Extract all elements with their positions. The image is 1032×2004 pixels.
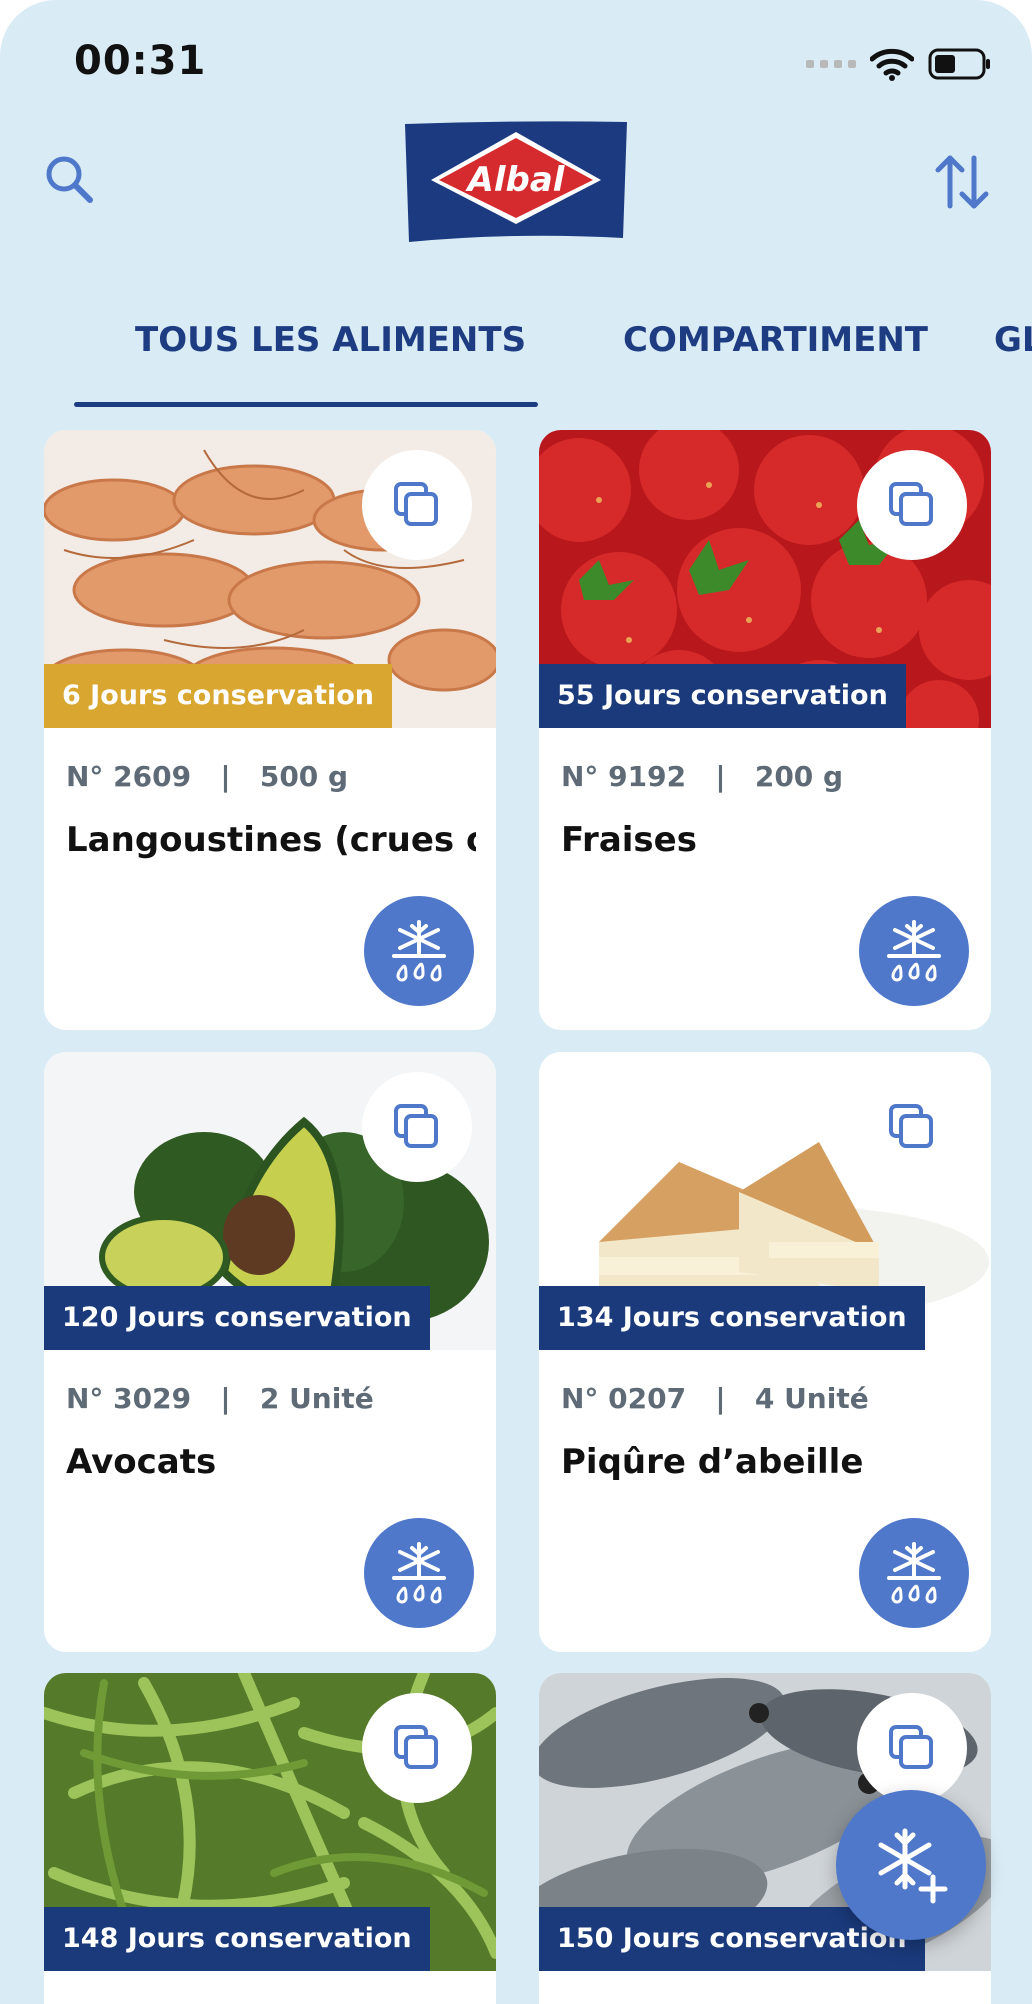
signal-icon: [806, 60, 856, 68]
food-card[interactable]: 134 Jours conservation N° 0207 | 4 Unité…: [539, 1052, 991, 1652]
copy-button[interactable]: [857, 1693, 967, 1803]
item-meta: N° 2609 | 500 g: [66, 760, 349, 793]
item-name: Fraises: [561, 820, 697, 860]
svg-text:Albal: Albal: [465, 160, 566, 200]
app-screen: 00:31 Albal TOUS LES ALIMENTS COMPARTIME…: [0, 0, 1032, 2004]
copy-button[interactable]: [362, 450, 472, 560]
wifi-icon: [870, 48, 914, 81]
battery-icon: [928, 48, 990, 80]
conservation-badge: 120 Jours conservation: [44, 1286, 430, 1350]
freeze-button[interactable]: [859, 896, 969, 1006]
tab-gl[interactable]: GL: [994, 320, 1032, 360]
copy-icon: [394, 482, 438, 526]
albal-logo: Albal: [405, 120, 627, 242]
freeze-button[interactable]: [364, 1518, 474, 1628]
copy-icon: [889, 1725, 933, 1769]
snowflake-thaw-icon: [887, 920, 941, 982]
conservation-badge: 55 Jours conservation: [539, 664, 906, 728]
conservation-badge: 148 Jours conservation: [44, 1907, 430, 1971]
conservation-badge: 134 Jours conservation: [539, 1286, 925, 1350]
copy-icon: [889, 482, 933, 526]
item-meta: N° 0207 | 4 Unité: [561, 1382, 869, 1415]
copy-button[interactable]: [857, 450, 967, 560]
search-button[interactable]: [40, 150, 100, 210]
category-tabs: TOUS LES ALIMENTS COMPARTIMENT GL: [0, 300, 1032, 410]
status-icons: [806, 44, 992, 84]
snowflake-thaw-icon: [392, 920, 446, 982]
copy-icon: [394, 1725, 438, 1769]
food-card[interactable]: 120 Jours conservation N° 3029 | 2 Unité…: [44, 1052, 496, 1652]
active-tab-indicator: [74, 402, 538, 407]
snowflake-thaw-icon: [887, 1542, 941, 1604]
item-name: Piqûre d’abeille: [561, 1442, 864, 1482]
conservation-badge: 6 Jours conservation: [44, 664, 393, 728]
sort-arrows-icon: [935, 155, 989, 209]
copy-icon: [394, 1104, 438, 1148]
add-frozen-item-button[interactable]: [836, 1790, 986, 1940]
food-card[interactable]: 148 Jours conservation: [44, 1673, 496, 2004]
copy-icon: [889, 1104, 933, 1148]
food-card[interactable]: 55 Jours conservation N° 9192 | 200 g Fr…: [539, 430, 991, 1030]
item-name: Avocats: [66, 1442, 217, 1482]
snowflake-thaw-icon: [392, 1542, 446, 1604]
copy-button[interactable]: [857, 1072, 967, 1182]
freeze-button[interactable]: [364, 896, 474, 1006]
freeze-button[interactable]: [859, 1518, 969, 1628]
copy-button[interactable]: [362, 1693, 472, 1803]
item-name: Langoustines (crues o...: [66, 820, 476, 860]
tab-tous-les-aliments[interactable]: TOUS LES ALIMENTS: [135, 320, 526, 360]
food-card[interactable]: 6 Jours conservation N° 2609 | 500 g Lan…: [44, 430, 496, 1030]
item-meta: N° 9192 | 200 g: [561, 760, 844, 793]
sort-button[interactable]: [932, 150, 992, 214]
search-icon: [46, 156, 93, 203]
snowflake-plus-icon: [878, 1828, 948, 1904]
status-time: 00:31: [74, 38, 207, 84]
item-meta: N° 3029 | 2 Unité: [66, 1382, 374, 1415]
tab-compartiment[interactable]: COMPARTIMENT: [623, 320, 928, 360]
copy-button[interactable]: [362, 1072, 472, 1182]
